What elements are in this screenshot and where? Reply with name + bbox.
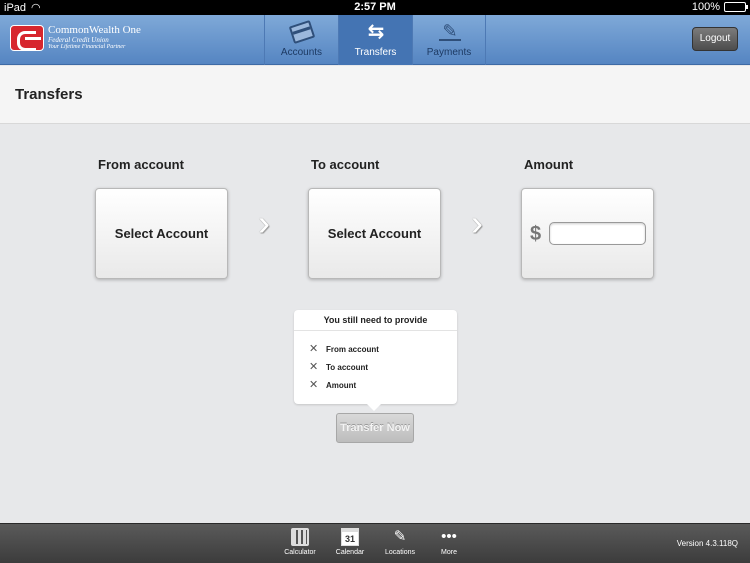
tab-label: Payments — [426, 47, 472, 58]
calendar-icon: 31 — [341, 528, 359, 546]
toolbar-label: Locations — [385, 549, 415, 556]
tab-accounts[interactable]: Accounts — [264, 15, 338, 65]
chevron-right-icon: › — [471, 202, 483, 243]
requirement-text: To account — [326, 362, 369, 372]
amount-box: $ — [521, 188, 654, 279]
close-x-icon: ✕ — [309, 361, 319, 373]
requirements-heading: You still need to provide — [294, 310, 457, 331]
main-tabs: Accounts Transfers Payments — [264, 15, 486, 65]
battery-percent: 100% — [691, 1, 720, 13]
currency-symbol: $ — [530, 223, 542, 245]
tab-label: Accounts — [280, 47, 323, 58]
transfer-arrows-icon — [365, 23, 387, 41]
tab-transfers[interactable]: Transfers — [338, 15, 412, 65]
page-title: Transfers — [15, 86, 83, 103]
tab-payments[interactable]: Payments — [412, 15, 486, 65]
requirement-text: Amount — [326, 380, 357, 390]
toolbar-calendar[interactable]: 31 Calendar — [326, 528, 374, 556]
transfer-now-button[interactable]: Transfer Now — [336, 413, 414, 443]
toolbar-more[interactable]: ••• More — [425, 528, 473, 556]
close-x-icon: ✕ — [309, 379, 319, 391]
logout-button[interactable]: Logout — [692, 27, 738, 51]
location-pin-icon: ✎ — [393, 528, 407, 545]
brand-tagline: Your Lifetime Financial Partner — [48, 44, 126, 51]
amount-label: Amount — [524, 157, 574, 172]
amount-input[interactable] — [549, 222, 646, 245]
bill-pay-icon — [439, 23, 461, 41]
brand-logo: CommonWealth One Federal Credit Union Yo… — [10, 25, 141, 51]
requirement-item: ✕ Amount — [309, 379, 357, 391]
requirements-card: You still need to provide ✕ From account… — [294, 310, 457, 411]
toolbar-label: Calendar — [335, 549, 365, 556]
requirement-text: From account — [326, 344, 379, 354]
from-account-label: From account — [98, 157, 184, 172]
select-from-account-button[interactable]: Select Account — [95, 188, 228, 279]
page-title-bar: Transfers — [0, 66, 750, 124]
toolbar-label: Calculator — [284, 549, 316, 556]
status-time: 2:57 PM — [354, 1, 396, 13]
select-to-account-button[interactable]: Select Account — [308, 188, 441, 279]
app-version: Version 4.3.118Q — [676, 539, 738, 548]
chevron-right-icon: › — [258, 202, 270, 243]
calculator-icon — [291, 528, 309, 546]
tab-label: Transfers — [354, 47, 397, 58]
close-x-icon: ✕ — [309, 343, 319, 355]
requirement-item: ✕ To account — [309, 361, 369, 373]
credit-card-icon — [288, 20, 316, 44]
toolbar-label: More — [441, 549, 457, 556]
more-dots-icon: ••• — [441, 528, 457, 545]
status-bar: iPad ◠ 2:57 PM 100% — [0, 0, 750, 15]
bottom-toolbar: Calculator 31 Calendar ✎ Locations ••• M… — [0, 523, 750, 563]
brand-logo-icon — [10, 25, 44, 51]
battery-icon — [724, 2, 748, 12]
toolbar-calculator[interactable]: Calculator — [276, 528, 324, 556]
to-account-label: To account — [311, 157, 380, 172]
app-header: CommonWealth One Federal Credit Union Yo… — [0, 15, 750, 65]
toolbar-locations[interactable]: ✎ Locations — [376, 528, 424, 556]
requirement-item: ✕ From account — [309, 343, 379, 355]
